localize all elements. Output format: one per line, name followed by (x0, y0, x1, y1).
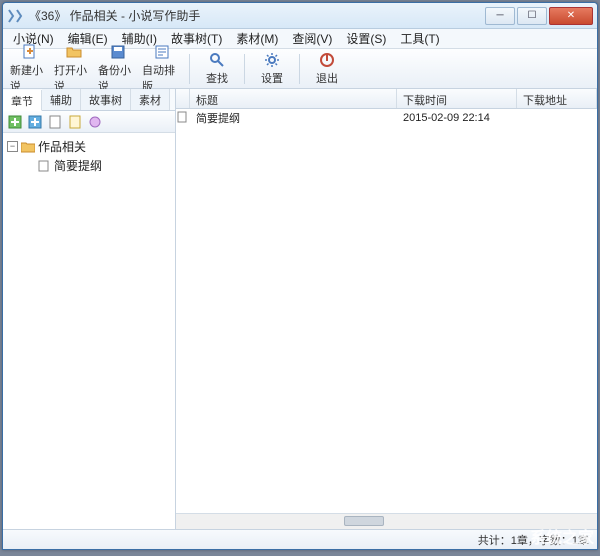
layout-icon (153, 43, 171, 61)
settings-button[interactable]: 设置 (251, 51, 293, 87)
page-icon[interactable] (47, 114, 63, 130)
menu-material[interactable]: 素材(M) (230, 28, 284, 49)
col-icon[interactable] (176, 89, 190, 108)
note-icon[interactable] (67, 114, 83, 130)
maximize-button[interactable]: ☐ (517, 7, 547, 25)
menu-tools[interactable]: 工具(T) (394, 28, 445, 49)
exit-button[interactable]: 退出 (306, 51, 348, 87)
left-panel: 章节 辅助 故事树 素材 − 作品相关 (3, 89, 176, 529)
menu-settings[interactable]: 设置(S) (340, 28, 392, 49)
open-novel-button[interactable]: 打开小说 (53, 51, 95, 87)
folder-open-icon (21, 141, 35, 153)
right-panel: 标题 下载时间 下载地址 简要提纲 2015-02-09 22:14 (176, 89, 597, 529)
toolbar: 新建小说 打开小说 备份小说 自动排版 查找 设置 退出 (3, 49, 597, 89)
minimize-button[interactable]: ─ (485, 7, 515, 25)
misc-icon[interactable] (87, 114, 103, 130)
app-icon (7, 8, 23, 24)
toolbar-separator (189, 54, 190, 84)
tree-branch-icon (23, 160, 34, 171)
application-window: 《36》 作品相关 - 小说写作助手 ─ ☐ ✕ 小说(N) 编辑(E) 辅助(… (2, 2, 598, 550)
col-title[interactable]: 标题 (190, 89, 397, 108)
col-url[interactable]: 下载地址 (517, 89, 597, 108)
exit-icon (318, 51, 336, 69)
watermark: 系统之家 (530, 524, 594, 548)
tree-root-label: 作品相关 (38, 138, 86, 155)
main-body: 章节 辅助 故事树 素材 − 作品相关 (3, 89, 597, 529)
add2-icon[interactable] (27, 114, 43, 130)
new-novel-button[interactable]: 新建小说 (9, 51, 51, 87)
tree-node-root[interactable]: − 作品相关 (5, 137, 173, 156)
page-icon (37, 160, 51, 172)
toolbar-label: 设置 (261, 70, 283, 86)
left-icon-bar (3, 111, 175, 133)
toolbar-label: 退出 (316, 70, 338, 86)
auto-layout-button[interactable]: 自动排版 (141, 51, 183, 87)
tab-chapters[interactable]: 章节 (3, 90, 42, 111)
tab-assist[interactable]: 辅助 (42, 89, 81, 110)
row-time: 2015-02-09 22:14 (397, 111, 517, 125)
open-folder-icon (65, 43, 83, 61)
collapse-icon[interactable]: − (7, 141, 18, 152)
row-title: 简要提纲 (190, 109, 397, 127)
tree-node-child[interactable]: 简要提纲 (21, 156, 173, 175)
col-time[interactable]: 下载时间 (397, 89, 517, 108)
window-title: 《36》 作品相关 - 小说写作助手 (29, 7, 485, 24)
save-icon (109, 43, 127, 61)
list-body[interactable]: 简要提纲 2015-02-09 22:14 (176, 109, 597, 513)
navigation-tree[interactable]: − 作品相关 简要提纲 (3, 133, 175, 529)
row-url (517, 117, 597, 119)
backup-novel-button[interactable]: 备份小说 (97, 51, 139, 87)
window-controls: ─ ☐ ✕ (485, 7, 593, 25)
toolbar-separator (299, 54, 300, 84)
list-header: 标题 下载时间 下载地址 (176, 89, 597, 109)
row-icon (176, 110, 190, 127)
new-doc-icon (21, 43, 39, 61)
tab-storytree[interactable]: 故事树 (81, 89, 131, 110)
search-icon (208, 51, 226, 69)
add-icon[interactable] (7, 114, 23, 130)
tab-material[interactable]: 素材 (131, 89, 170, 110)
left-tabs: 章节 辅助 故事树 素材 (3, 89, 175, 111)
menu-storytree[interactable]: 故事树(T) (165, 28, 228, 49)
scrollbar-thumb[interactable] (344, 516, 384, 526)
toolbar-separator (244, 54, 245, 84)
search-button[interactable]: 查找 (196, 51, 238, 87)
statusbar: 共计：1章，字数：1章 (3, 529, 597, 549)
menu-view[interactable]: 查阅(V) (286, 28, 338, 49)
list-row[interactable]: 简要提纲 2015-02-09 22:14 (176, 109, 597, 127)
gear-icon (263, 51, 281, 69)
toolbar-label: 查找 (206, 70, 228, 86)
menubar: 小说(N) 编辑(E) 辅助(I) 故事树(T) 素材(M) 查阅(V) 设置(… (3, 29, 597, 49)
tree-child-label: 简要提纲 (54, 157, 102, 174)
titlebar: 《36》 作品相关 - 小说写作助手 ─ ☐ ✕ (3, 3, 597, 29)
close-button[interactable]: ✕ (549, 7, 593, 25)
